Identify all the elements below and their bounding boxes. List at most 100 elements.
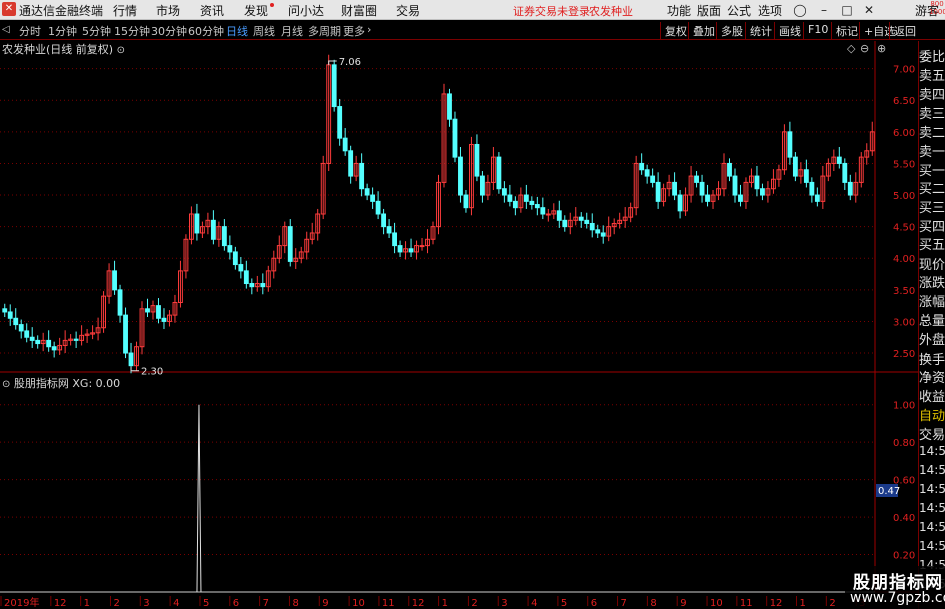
x-tick-label: 9 bbox=[322, 598, 328, 609]
candle-body bbox=[600, 232, 606, 237]
candle-body bbox=[342, 137, 348, 152]
zoom-out-icon[interactable]: ⊖ bbox=[860, 42, 869, 55]
candle-body bbox=[375, 200, 381, 215]
candle-body bbox=[512, 200, 518, 209]
indicator-y-tick-label: 0.20 bbox=[893, 551, 915, 562]
x-tick-label: 8 bbox=[650, 598, 656, 609]
zoom-in-icon[interactable]: ⊕ bbox=[877, 42, 886, 55]
chart-options-icon[interactable]: ⊙ bbox=[117, 45, 125, 56]
candle-body bbox=[18, 324, 24, 332]
candle-body bbox=[381, 213, 387, 228]
candle-body bbox=[760, 188, 765, 196]
candle-body bbox=[754, 175, 760, 190]
x-tick-label: 10 bbox=[352, 598, 365, 609]
watermark-url: www.7gpzb.com bbox=[850, 590, 945, 606]
candle-body bbox=[35, 339, 41, 345]
x-tick-label: 2 bbox=[113, 598, 119, 609]
quote-panel-item: 总量 bbox=[919, 314, 945, 329]
candle-body bbox=[534, 204, 540, 209]
quote-panel-item: 买四 bbox=[919, 220, 945, 235]
quote-panel-item: 卖五 bbox=[919, 69, 945, 84]
candle-body bbox=[836, 156, 842, 164]
candle-body bbox=[529, 200, 535, 206]
candle-body bbox=[589, 222, 595, 231]
quote-panel-item: 14:56 bbox=[919, 463, 945, 477]
x-tick-label: 7 bbox=[621, 598, 627, 609]
candle-body bbox=[672, 181, 678, 196]
candle-body bbox=[639, 162, 645, 171]
main-chart-title-text: 农发种业(日线 前复权) bbox=[2, 43, 114, 56]
indicator-options-icon[interactable]: ⊙ bbox=[2, 379, 10, 390]
x-tick-label: 5 bbox=[561, 598, 567, 609]
quote-panel-item: 现价 bbox=[919, 258, 945, 273]
candle-body bbox=[221, 226, 227, 247]
main-y-tick-label: 5.50 bbox=[893, 159, 915, 170]
candle-body bbox=[123, 314, 128, 354]
candle-body bbox=[523, 194, 529, 202]
candle-body bbox=[584, 219, 590, 224]
x-tick-label: 5 bbox=[203, 598, 209, 609]
quote-panel-item: 涨跌 bbox=[919, 276, 945, 291]
candle-body bbox=[419, 245, 425, 248]
candle-body bbox=[51, 346, 57, 351]
candle-body bbox=[2, 308, 8, 313]
quote-panel-item: 外盘 bbox=[919, 333, 945, 348]
candle-body bbox=[24, 330, 30, 338]
main-chart-title: 农发种业(日线 前复权) ⊙ bbox=[2, 41, 125, 57]
candle-body bbox=[359, 162, 365, 190]
quote-panel-item: 买二 bbox=[919, 182, 945, 197]
x-tick-label: 1 bbox=[84, 598, 90, 609]
candle-body bbox=[705, 194, 710, 202]
quote-panel-item: 委比 bbox=[919, 50, 945, 65]
candle-body bbox=[474, 143, 480, 177]
x-tick-label: 2 bbox=[471, 598, 477, 609]
candle-body bbox=[496, 156, 502, 190]
quote-panel-item[interactable]: 自动 bbox=[919, 405, 945, 424]
x-tick-label: 2 bbox=[829, 598, 835, 609]
indicator-value-label: 0.47 bbox=[878, 486, 900, 497]
candle-body bbox=[112, 270, 117, 291]
candle-body bbox=[463, 194, 469, 209]
quote-panel-item: 14:56 bbox=[919, 482, 945, 496]
candle-body bbox=[397, 245, 403, 253]
x-tick-label: 12 bbox=[770, 598, 783, 609]
quote-panel-item: 14:56 bbox=[919, 539, 945, 553]
indicator-title: ⊙ 股朋指标网 XG: 0.00 bbox=[2, 375, 120, 391]
main-y-tick-label: 3.00 bbox=[893, 317, 915, 328]
candle-body bbox=[814, 194, 820, 202]
candle-body bbox=[227, 245, 233, 253]
quote-panel-item: 换手 bbox=[919, 353, 945, 368]
kline-chart-area[interactable]: 2.50 3.00 3.50 4.00 4.50 5.00 5.50 6.00 6.50 7.00… bbox=[0, 0, 945, 609]
x-tick-label: 11 bbox=[382, 598, 395, 609]
x-tick-label: 12 bbox=[412, 598, 425, 609]
x-tick-label: 11 bbox=[740, 598, 753, 609]
candle-body bbox=[29, 336, 35, 341]
quote-panel-item[interactable]: 交易 bbox=[919, 424, 945, 443]
quote-panel-item: 卖三 bbox=[919, 107, 945, 122]
candle-body bbox=[7, 311, 13, 319]
candle-body bbox=[249, 283, 255, 288]
low-marker-line bbox=[130, 366, 140, 372]
candle-body bbox=[787, 131, 793, 158]
main-y-tick-label: 3.50 bbox=[893, 286, 915, 297]
diamond-icon[interactable]: ◇ bbox=[847, 42, 855, 55]
candle-body bbox=[161, 317, 167, 322]
candle-body bbox=[545, 213, 551, 216]
x-tick-label: 4 bbox=[531, 598, 537, 609]
candle-body bbox=[507, 194, 513, 202]
candle-body bbox=[287, 226, 293, 262]
quote-panel-item: 14:56 bbox=[919, 444, 945, 458]
quote-panel-item: 买五 bbox=[919, 238, 945, 253]
high-price-label: 7.06 bbox=[339, 57, 361, 68]
x-tick-label: 7 bbox=[263, 598, 269, 609]
low-price-label: 2.30 bbox=[141, 367, 163, 378]
x-tick-label: 1 bbox=[442, 598, 448, 609]
x-tick-label: 1 bbox=[800, 598, 806, 609]
candle-body bbox=[232, 251, 238, 266]
candle-body bbox=[117, 289, 123, 316]
main-y-tick-label: 5.00 bbox=[893, 191, 915, 202]
indicator-title-text: 股朋指标网 XG: 0.00 bbox=[13, 377, 121, 390]
candle-body bbox=[732, 175, 738, 196]
main-y-tick-label: 2.50 bbox=[893, 349, 915, 360]
x-tick-label: 3 bbox=[501, 598, 507, 609]
